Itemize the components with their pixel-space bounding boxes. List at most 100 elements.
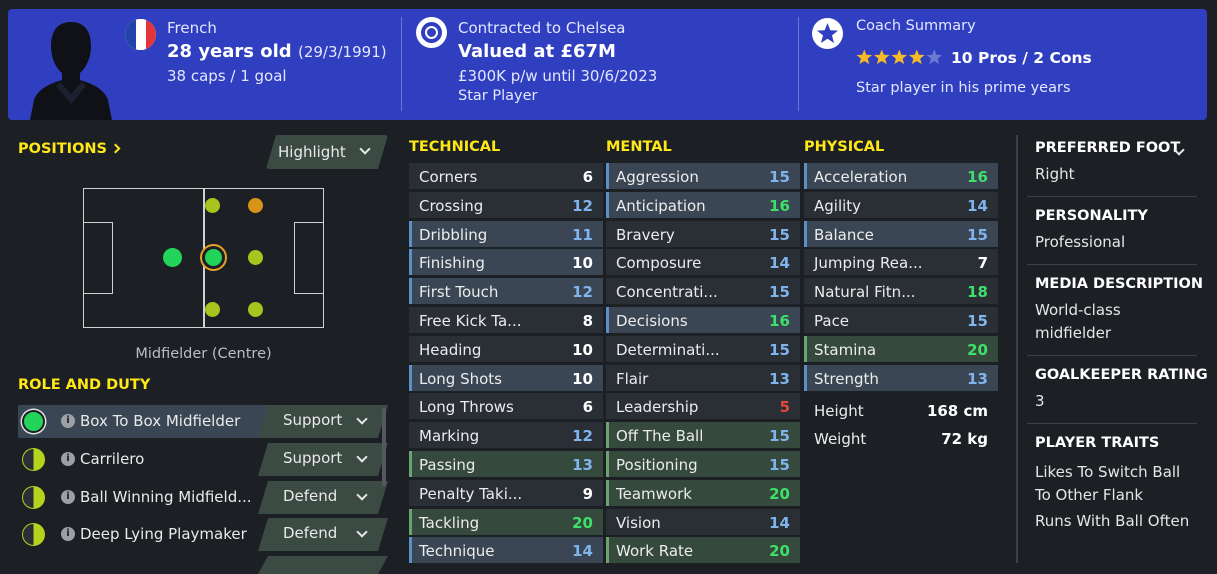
attribute-row: Heading 10 [409,335,603,362]
caps: 38 caps / 1 goal [167,67,287,85]
info-icon[interactable]: i [61,414,75,428]
attribute-row: Pace 15 [804,306,998,333]
mental-attributes: Aggression 15 Anticipation 16 Bravery 15 Compo… [606,163,800,566]
attribute-name: Agility [814,196,862,215]
attribute-name: Dribbling [419,225,488,244]
position-dot-dm [163,248,182,267]
duty-dropdown[interactable]: Defend [258,481,388,514]
star-filled-icon [856,49,873,65]
attribute-row: Off The Ball 15 [606,422,800,449]
attribute-row: Stamina 20 [804,335,998,362]
france-flag-icon [125,19,156,50]
attribute-value: 11 [572,225,593,244]
attribute-value: 20 [572,513,593,532]
role-row[interactable]: i Carrilero Support [18,443,375,476]
duty-dropdown[interactable]: Support [258,443,388,476]
attribute-name: Long Shots [419,369,502,388]
star-rating [856,49,946,71]
physical-attributes: Acceleration 16 Agility 14 Balance 15 Jumping … [804,163,998,393]
attribute-value: 20 [769,542,790,561]
attribute-row: Leadership 5 [606,393,800,420]
attribute-row: Vision 14 [606,508,800,535]
date-of-birth: (29/3/1991) [297,43,387,61]
attribute-value: 13 [572,455,593,474]
attribute-name: Flair [616,369,649,388]
attribute-value: 16 [967,168,988,186]
attribute-row: First Touch 12 [409,278,603,305]
duty-dropdown[interactable]: Support [258,405,388,438]
attribute-row: Marking 12 [409,422,603,449]
attribute-value: 13 [967,369,988,388]
role-row[interactable]: i Box To Box Midfielder Support [18,405,375,438]
highlight-dropdown[interactable]: Highlight [266,135,388,169]
attribute-row: Agility 14 [804,191,998,218]
nationality: French [167,19,217,37]
attribute-name: Long Throws [419,398,514,417]
attribute-row: Flair 13 [606,364,800,391]
position-dot-aml [205,198,220,213]
attribute-row: Natural Fitn... 18 [804,278,998,305]
attribute-row: Passing 13 [409,450,603,477]
attribute-name: Stamina [814,340,877,359]
header-divider [401,17,402,111]
attribute-row: Penalty Taki... 9 [409,479,603,506]
roles-scrollbar[interactable] [382,408,386,486]
attribute-row: Determinati... 15 [606,335,800,362]
height-row: Height 168 cm [804,397,998,423]
highlight-label: Highlight [278,143,346,161]
height-value: 168 cm [926,402,988,420]
media-description-line: midfielder [1035,324,1112,342]
attribute-name: Finishing [419,254,485,273]
position-dot-mc-selected [200,244,227,271]
info-icon[interactable]: i [61,452,75,466]
technical-attributes: Corners 6 Crossing 12 Dribbling 11 Finishing 10… [409,163,603,566]
media-description-title: MEDIA DESCRIPTION [1035,276,1203,292]
goalkeeper-rating-value: 3 [1035,392,1045,410]
attribute-value: 15 [769,427,790,446]
attribute-value: 15 [769,283,790,302]
attribute-value: 15 [769,455,790,474]
physical-title: PHYSICAL [804,139,885,155]
attribute-name: Determinati... [616,340,720,359]
duty-dropdown[interactable] [258,556,388,574]
role-row[interactable]: i Ball Winning Midfield... Defend [18,481,375,514]
star-rating-icon [856,49,943,65]
divider [1027,355,1197,356]
header-divider [798,17,799,111]
player-silhouette-icon [30,22,112,120]
info-icon[interactable]: i [61,490,75,504]
role-fit-icon [22,410,45,433]
role-row[interactable]: i Deep Lying Playmaker Defend [18,518,375,551]
attribute-name: Tackling [419,513,480,532]
goalkeeper-rating-title: GOALKEEPER RATING [1035,367,1208,383]
preferred-foot-title: PREFERRED FOOT [1035,140,1181,156]
player-traits-title: PLAYER TRAITS [1035,435,1160,451]
position-dot-amc [248,250,263,265]
info-icon[interactable]: i [61,527,75,541]
attribute-name: Technique [419,542,495,561]
chevron-right-icon [110,143,121,154]
attribute-value: 15 [967,225,988,244]
duty-dropdown[interactable]: Defend [258,518,388,551]
attribute-value: 14 [769,513,790,532]
attribute-value: 5 [779,398,790,417]
age-value: 28 years old [167,41,292,62]
attribute-row: Composure 14 [606,249,800,276]
attribute-value: 10 [572,254,593,273]
attribute-value: 15 [769,225,790,244]
attribute-value: 16 [769,311,790,330]
role-row[interactable] [18,556,375,574]
attribute-value: 12 [572,283,593,302]
attribute-row: Finishing 10 [409,249,603,276]
attribute-name: Concentrati... [616,283,718,302]
attribute-row: Aggression 15 [606,163,800,189]
positions-title[interactable]: POSITIONS [18,141,121,157]
attribute-value: 20 [967,340,988,359]
attribute-row: Free Kick Ta... 8 [409,306,603,333]
attribute-name: Positioning [616,455,698,474]
attribute-value: 18 [967,283,988,302]
attribute-row: Work Rate 20 [606,537,800,564]
attribute-row: Positioning 15 [606,450,800,477]
attribute-name: Leadership [616,398,699,417]
mental-title: MENTAL [606,139,672,155]
